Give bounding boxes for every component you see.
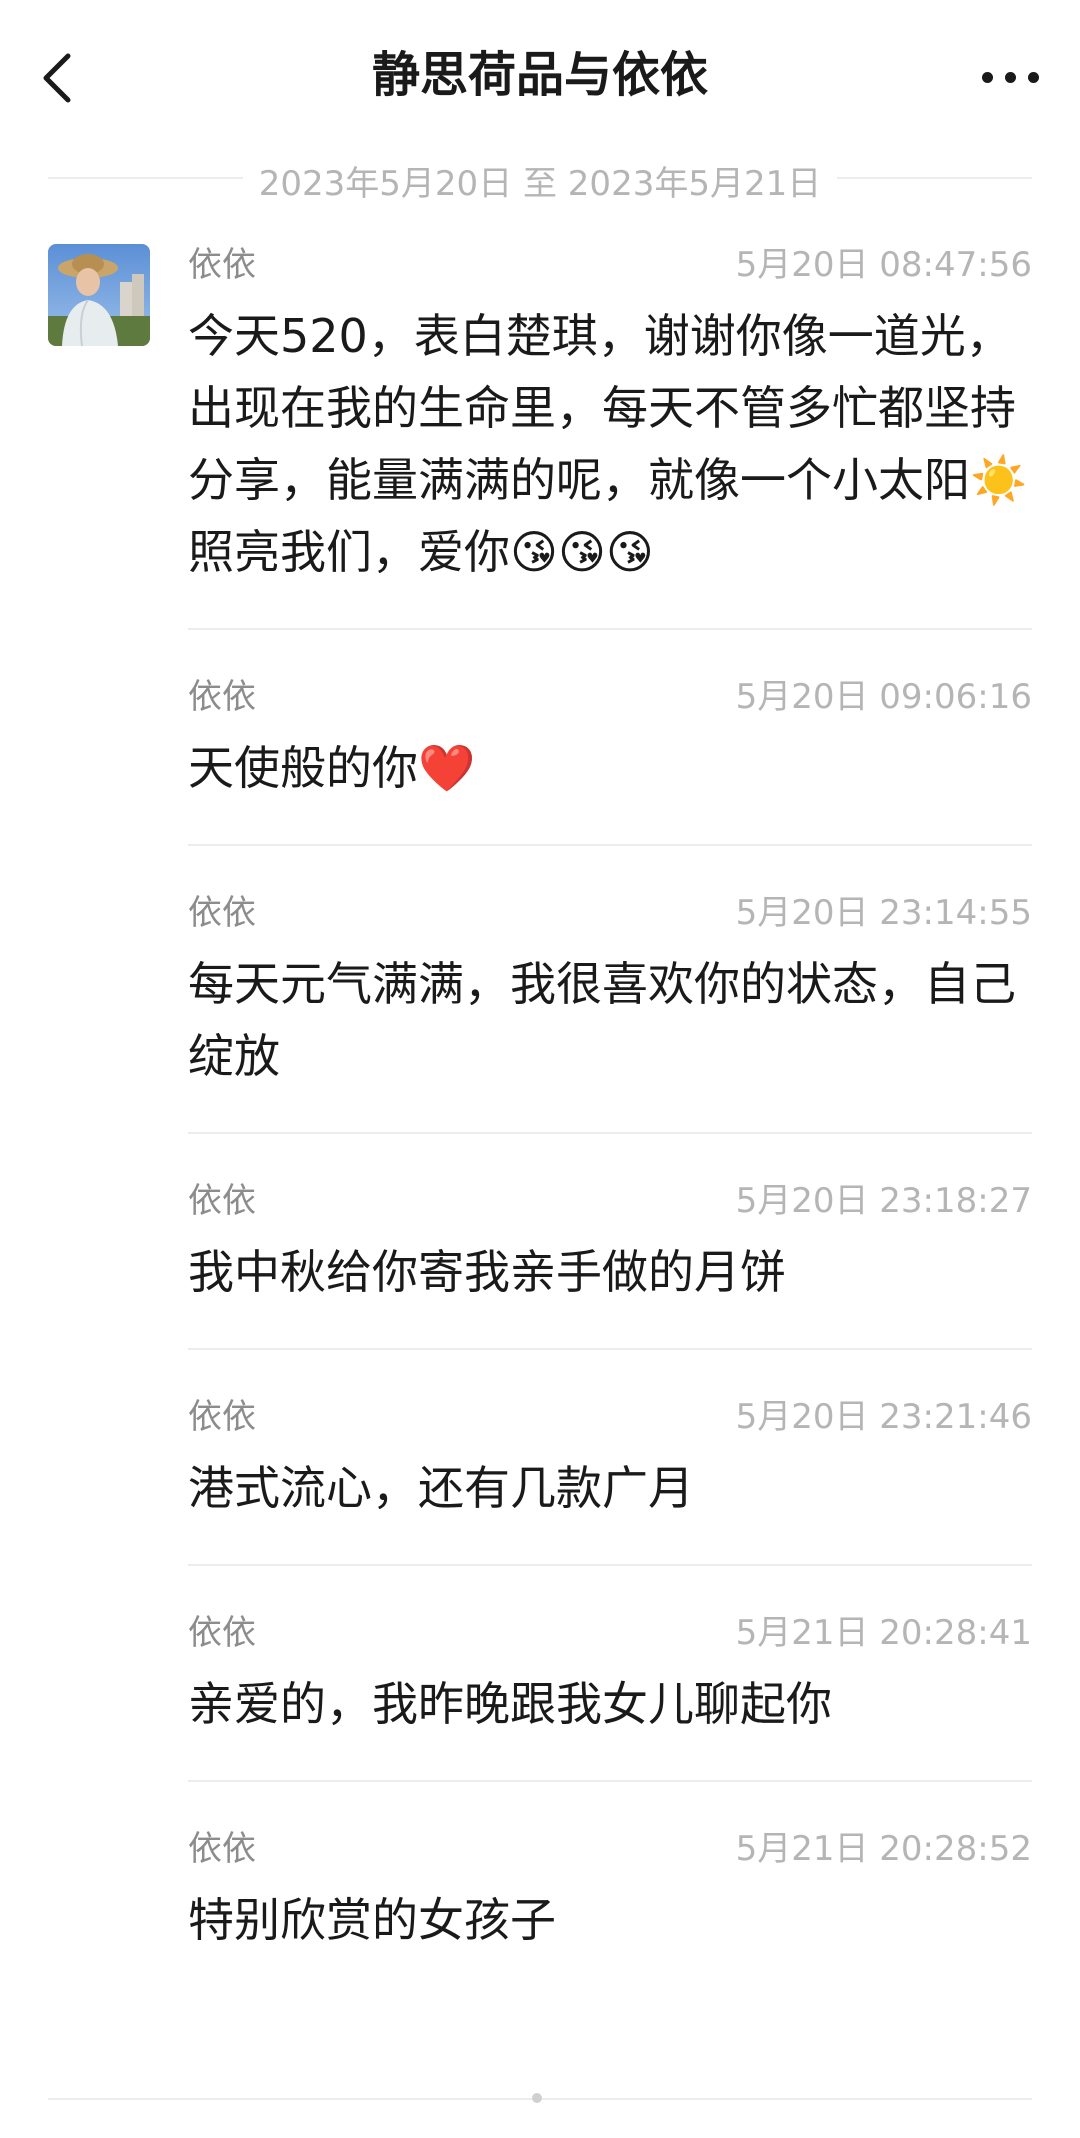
- message-header: 依依 5月20日 09:06:16: [188, 672, 1032, 722]
- sender-name: 依依: [188, 677, 256, 717]
- message-text: 每天元气满满，我很喜欢你的状态，自己绽放: [188, 957, 1016, 1083]
- sender-name: 依依: [188, 245, 256, 285]
- message-text: 亲爱的，我昨晚跟我女儿聊起你: [188, 1677, 832, 1731]
- sender-name: 依依: [188, 1397, 256, 1437]
- message-header: 依依 5月20日 23:14:55: [188, 888, 1032, 938]
- message-item[interactable]: 依依 5月21日 20:28:41 亲爱的，我昨晚跟我女儿聊起你: [188, 1608, 1032, 1782]
- message-text: 港式流心，还有几款广月: [188, 1461, 694, 1515]
- message-text: 特别欣赏的女孩子: [188, 1893, 556, 1947]
- message-time: 5月21日 20:28:41: [735, 1613, 1032, 1653]
- sender-name: 依依: [188, 1613, 256, 1653]
- more-button[interactable]: [976, 56, 1046, 96]
- chat-history-page: 静思荷品与依依 2023年5月20日 至 2023年5月21日 依依 5月20日…: [0, 0, 1080, 2138]
- back-button[interactable]: [34, 48, 84, 108]
- date-range-divider: 2023年5月20日 至 2023年5月21日: [48, 152, 1032, 204]
- page-title: 静思荷品与依依: [371, 47, 708, 103]
- message-item[interactable]: 依依 5月20日 09:06:16 天使般的你❤️: [188, 672, 1032, 846]
- more-dot: [1005, 72, 1016, 83]
- message-header: 依依 5月21日 20:28:41: [188, 1608, 1032, 1658]
- message-list: 依依 5月20日 08:47:56 今天520，表白楚琪，谢谢你像一道光，出现在…: [188, 240, 1032, 2038]
- message-header: 依依 5月20日 23:18:27: [188, 1176, 1032, 1226]
- date-range-label: 2023年5月20日 至 2023年5月21日: [258, 164, 822, 204]
- message-text: 我中秋给你寄我亲手做的月饼: [188, 1245, 786, 1299]
- message-header: 依依 5月20日 23:21:46: [188, 1392, 1032, 1442]
- message-time: 5月20日 23:18:27: [735, 1181, 1032, 1221]
- loading-dot-icon: [532, 2093, 542, 2103]
- message-header: 依依 5月21日 20:28:52: [188, 1824, 1032, 1874]
- message-header: 依依 5月20日 08:47:56: [188, 240, 1032, 290]
- message-item[interactable]: 依依 5月21日 20:28:52 特别欣赏的女孩子: [188, 1824, 1032, 1996]
- message-time: 5月20日 23:14:55: [735, 893, 1032, 933]
- message-item[interactable]: 依依 5月20日 23:21:46 港式流心，还有几款广月: [188, 1392, 1032, 1566]
- message-time: 5月20日 08:47:56: [735, 245, 1032, 285]
- message-item[interactable]: 依依 5月20日 08:47:56 今天520，表白楚琪，谢谢你像一道光，出现在…: [188, 240, 1032, 630]
- message-time: 5月21日 20:28:52: [735, 1829, 1032, 1869]
- avatar-photo-icon: [48, 244, 150, 346]
- message-item[interactable]: 依依 5月20日 23:14:55 每天元气满满，我很喜欢你的状态，自己绽放: [188, 888, 1032, 1134]
- more-dots-icon: [982, 72, 993, 83]
- message-text: 天使般的你❤️: [188, 741, 476, 795]
- sender-name: 依依: [188, 893, 256, 933]
- message-text: 今天520，表白楚琪，谢谢你像一道光，出现在我的生命里，每天不管多忙都坚持分享，…: [188, 309, 1028, 579]
- header: 静思荷品与依依: [0, 0, 1080, 160]
- more-dot: [1028, 72, 1039, 83]
- avatar[interactable]: [48, 244, 150, 346]
- message-item[interactable]: 依依 5月20日 23:18:27 我中秋给你寄我亲手做的月饼: [188, 1176, 1032, 1350]
- chevron-left-icon: [43, 53, 71, 103]
- message-time: 5月20日 23:21:46: [735, 1397, 1032, 1437]
- message-time: 5月20日 09:06:16: [735, 677, 1032, 717]
- sender-name: 依依: [188, 1829, 256, 1869]
- divider-line: [837, 177, 1032, 179]
- sender-name: 依依: [188, 1181, 256, 1221]
